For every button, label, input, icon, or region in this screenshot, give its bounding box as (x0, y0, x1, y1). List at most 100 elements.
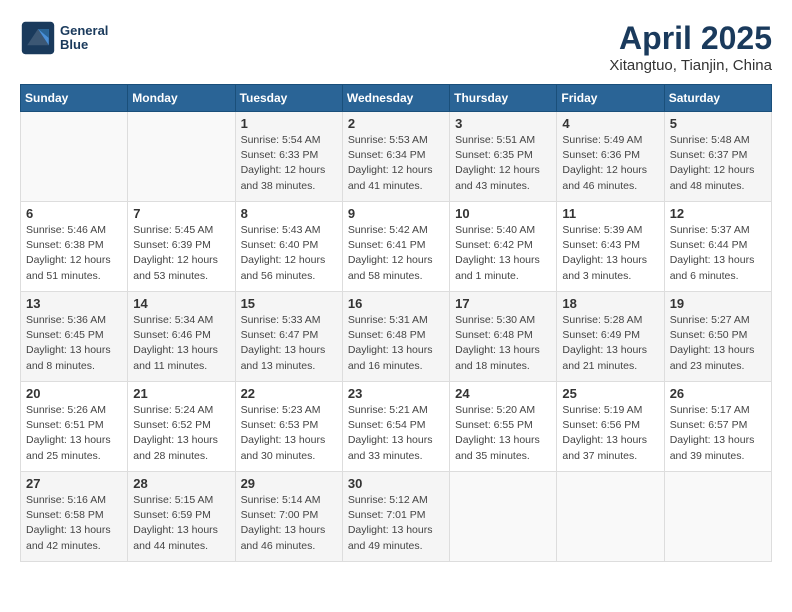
day-info: Sunrise: 5:36 AM Sunset: 6:45 PM Dayligh… (26, 313, 122, 374)
day-number: 13 (26, 296, 122, 311)
calendar-week-row: 6Sunrise: 5:46 AM Sunset: 6:38 PM Daylig… (21, 202, 772, 292)
calendar-cell: 10 Sunrise: 5:40 AM Sunset: 6:42 PM Dayli… (450, 202, 557, 292)
day-number: 18 (562, 296, 658, 311)
day-number: 30 (348, 476, 444, 491)
day-number: 9 (348, 206, 444, 221)
calendar-cell: 22 Sunrise: 5:23 AM Sunset: 6:53 PM Dayli… (235, 382, 342, 472)
calendar-cell: 20 Sunrise: 5:26 AM Sunset: 6:51 PM Dayli… (21, 382, 128, 472)
calendar-cell: 6Sunrise: 5:46 AM Sunset: 6:38 PM Daylig… (21, 202, 128, 292)
logo-text: General Blue (60, 24, 108, 53)
calendar-cell (557, 472, 664, 562)
calendar-week-row: 1 Sunrise: 5:54 AM Sunset: 6:33 PM Daylig… (21, 112, 772, 202)
calendar-cell: 18 Sunrise: 5:28 AM Sunset: 6:49 PM Dayli… (557, 292, 664, 382)
weekday-header-row: SundayMondayTuesdayWednesdayThursdayFrid… (21, 85, 772, 112)
day-number: 21 (133, 386, 229, 401)
calendar-cell: 8 Sunrise: 5:43 AM Sunset: 6:40 PM Daylig… (235, 202, 342, 292)
day-number: 7 (133, 206, 229, 221)
calendar-cell: 7 Sunrise: 5:45 AM Sunset: 6:39 PM Daylig… (128, 202, 235, 292)
calendar-week-row: 20 Sunrise: 5:26 AM Sunset: 6:51 PM Dayli… (21, 382, 772, 472)
day-info: Sunrise: 5:23 AM Sunset: 6:53 PM Dayligh… (241, 403, 337, 464)
day-number: 11 (562, 206, 658, 221)
day-number: 29 (241, 476, 337, 491)
logo: General Blue (20, 20, 108, 56)
calendar-table: SundayMondayTuesdayWednesdayThursdayFrid… (20, 84, 772, 562)
day-info: Sunrise: 5:30 AM Sunset: 6:48 PM Dayligh… (455, 313, 551, 374)
day-info: Sunrise: 5:46 AM Sunset: 6:38 PM Dayligh… (26, 223, 122, 284)
day-info: Sunrise: 5:37 AM Sunset: 6:44 PM Dayligh… (670, 223, 766, 284)
day-number: 27 (26, 476, 122, 491)
calendar-cell: 11 Sunrise: 5:39 AM Sunset: 6:43 PM Dayli… (557, 202, 664, 292)
calendar-cell: 1 Sunrise: 5:54 AM Sunset: 6:33 PM Daylig… (235, 112, 342, 202)
day-number: 25 (562, 386, 658, 401)
day-number: 15 (241, 296, 337, 311)
day-info: Sunrise: 5:51 AM Sunset: 6:35 PM Dayligh… (455, 133, 551, 194)
day-number: 16 (348, 296, 444, 311)
calendar-week-row: 27 Sunrise: 5:16 AM Sunset: 6:58 PM Dayli… (21, 472, 772, 562)
calendar-cell (21, 112, 128, 202)
day-info: Sunrise: 5:34 AM Sunset: 6:46 PM Dayligh… (133, 313, 229, 374)
calendar-cell: 13 Sunrise: 5:36 AM Sunset: 6:45 PM Dayli… (21, 292, 128, 382)
day-info: Sunrise: 5:15 AM Sunset: 6:59 PM Dayligh… (133, 493, 229, 554)
day-info: Sunrise: 5:21 AM Sunset: 6:54 PM Dayligh… (348, 403, 444, 464)
logo-line1: General (60, 24, 108, 38)
day-number: 4 (562, 116, 658, 131)
calendar-cell: 27 Sunrise: 5:16 AM Sunset: 6:58 PM Dayli… (21, 472, 128, 562)
day-info: Sunrise: 5:45 AM Sunset: 6:39 PM Dayligh… (133, 223, 229, 284)
weekday-header: Tuesday (235, 85, 342, 112)
calendar-cell: 9 Sunrise: 5:42 AM Sunset: 6:41 PM Daylig… (342, 202, 449, 292)
calendar-cell: 17 Sunrise: 5:30 AM Sunset: 6:48 PM Dayli… (450, 292, 557, 382)
day-number: 8 (241, 206, 337, 221)
day-info: Sunrise: 5:54 AM Sunset: 6:33 PM Dayligh… (241, 133, 337, 194)
weekday-header: Monday (128, 85, 235, 112)
calendar-cell: 30Sunrise: 5:12 AM Sunset: 7:01 PM Dayli… (342, 472, 449, 562)
calendar-cell: 25Sunrise: 5:19 AM Sunset: 6:56 PM Dayli… (557, 382, 664, 472)
day-info: Sunrise: 5:48 AM Sunset: 6:37 PM Dayligh… (670, 133, 766, 194)
calendar-cell: 16Sunrise: 5:31 AM Sunset: 6:48 PM Dayli… (342, 292, 449, 382)
month-title: April 2025 (609, 20, 772, 57)
page-header: General Blue April 2025 Xitangtuo, Tianj… (20, 20, 772, 74)
day-number: 3 (455, 116, 551, 131)
day-number: 19 (670, 296, 766, 311)
day-info: Sunrise: 5:53 AM Sunset: 6:34 PM Dayligh… (348, 133, 444, 194)
calendar-cell: 5 Sunrise: 5:48 AM Sunset: 6:37 PM Daylig… (664, 112, 771, 202)
calendar-cell: 21 Sunrise: 5:24 AM Sunset: 6:52 PM Dayli… (128, 382, 235, 472)
day-number: 1 (241, 116, 337, 131)
day-info: Sunrise: 5:16 AM Sunset: 6:58 PM Dayligh… (26, 493, 122, 554)
day-info: Sunrise: 5:27 AM Sunset: 6:50 PM Dayligh… (670, 313, 766, 374)
day-info: Sunrise: 5:24 AM Sunset: 6:52 PM Dayligh… (133, 403, 229, 464)
day-number: 22 (241, 386, 337, 401)
day-number: 26 (670, 386, 766, 401)
calendar-week-row: 13 Sunrise: 5:36 AM Sunset: 6:45 PM Dayli… (21, 292, 772, 382)
day-info: Sunrise: 5:42 AM Sunset: 6:41 PM Dayligh… (348, 223, 444, 284)
day-info: Sunrise: 5:17 AM Sunset: 6:57 PM Dayligh… (670, 403, 766, 464)
day-number: 28 (133, 476, 229, 491)
weekday-header: Thursday (450, 85, 557, 112)
day-info: Sunrise: 5:43 AM Sunset: 6:40 PM Dayligh… (241, 223, 337, 284)
calendar-cell: 29 Sunrise: 5:14 AM Sunset: 7:00 PM Dayli… (235, 472, 342, 562)
calendar-cell: 2 Sunrise: 5:53 AM Sunset: 6:34 PM Daylig… (342, 112, 449, 202)
weekday-header: Saturday (664, 85, 771, 112)
day-info: Sunrise: 5:39 AM Sunset: 6:43 PM Dayligh… (562, 223, 658, 284)
day-info: Sunrise: 5:28 AM Sunset: 6:49 PM Dayligh… (562, 313, 658, 374)
day-info: Sunrise: 5:26 AM Sunset: 6:51 PM Dayligh… (26, 403, 122, 464)
calendar-cell: 4Sunrise: 5:49 AM Sunset: 6:36 PM Daylig… (557, 112, 664, 202)
day-number: 20 (26, 386, 122, 401)
day-number: 14 (133, 296, 229, 311)
day-number: 2 (348, 116, 444, 131)
day-number: 5 (670, 116, 766, 131)
calendar-cell: 26 Sunrise: 5:17 AM Sunset: 6:57 PM Dayli… (664, 382, 771, 472)
calendar-cell: 3 Sunrise: 5:51 AM Sunset: 6:35 PM Daylig… (450, 112, 557, 202)
calendar-cell: 15Sunrise: 5:33 AM Sunset: 6:47 PM Dayli… (235, 292, 342, 382)
day-info: Sunrise: 5:40 AM Sunset: 6:42 PM Dayligh… (455, 223, 551, 284)
day-number: 17 (455, 296, 551, 311)
calendar-cell: 28 Sunrise: 5:15 AM Sunset: 6:59 PM Dayli… (128, 472, 235, 562)
calendar-cell: 12 Sunrise: 5:37 AM Sunset: 6:44 PM Dayli… (664, 202, 771, 292)
logo-line2: Blue (60, 38, 108, 52)
calendar-cell (664, 472, 771, 562)
weekday-header: Sunday (21, 85, 128, 112)
calendar-cell: 19 Sunrise: 5:27 AM Sunset: 6:50 PM Dayli… (664, 292, 771, 382)
day-number: 12 (670, 206, 766, 221)
calendar-cell: 23Sunrise: 5:21 AM Sunset: 6:54 PM Dayli… (342, 382, 449, 472)
day-number: 10 (455, 206, 551, 221)
day-info: Sunrise: 5:14 AM Sunset: 7:00 PM Dayligh… (241, 493, 337, 554)
